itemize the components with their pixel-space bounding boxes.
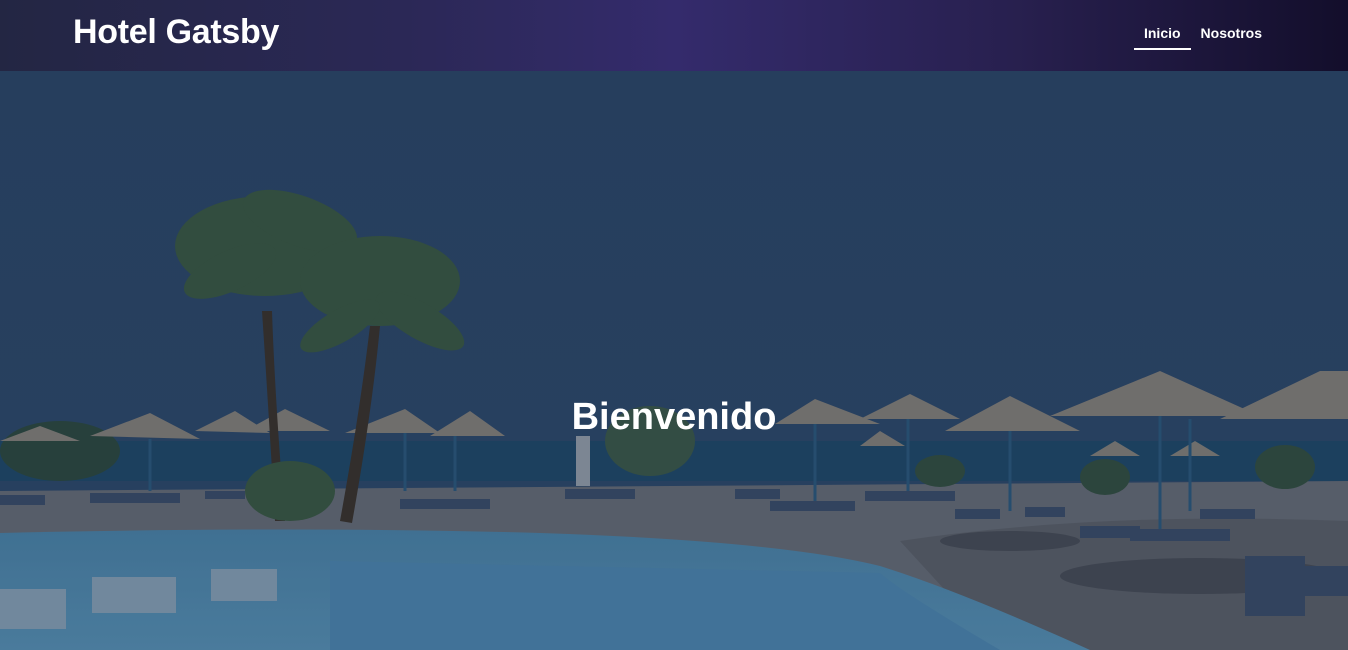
main-nav: Inicio Nosotros: [1133, 18, 1272, 50]
hero-overlay: [0, 71, 1348, 650]
nav-link-nosotros[interactable]: Nosotros: [1191, 18, 1272, 50]
hero-title: Bienvenido: [571, 396, 777, 438]
site-header: Hotel Gatsby Inicio Nosotros: [0, 0, 1348, 71]
nav-link-inicio[interactable]: Inicio: [1133, 18, 1191, 50]
site-title[interactable]: Hotel Gatsby: [73, 13, 279, 52]
hero-section: Bienvenido: [0, 71, 1348, 650]
